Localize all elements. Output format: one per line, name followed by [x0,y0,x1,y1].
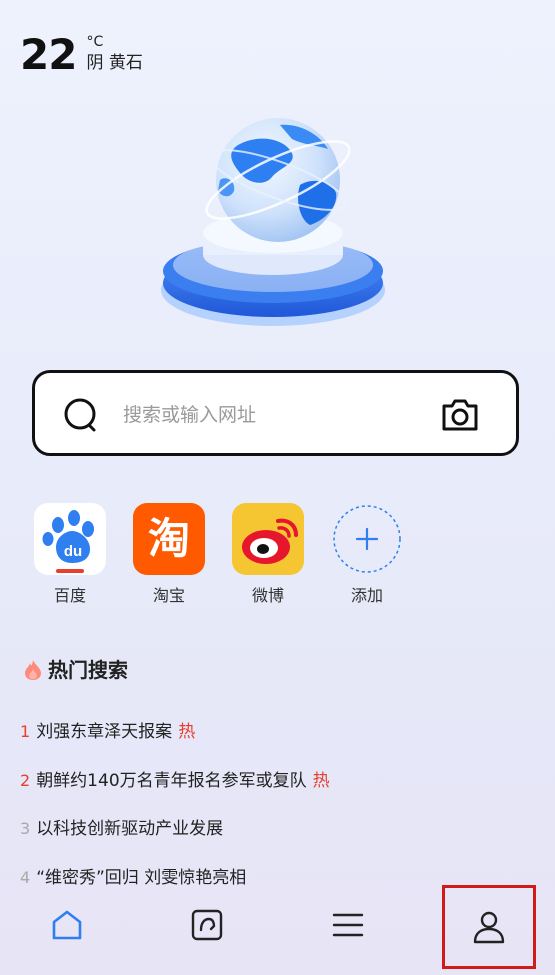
bottom-navigation [0,885,555,975]
quick-link-label: 微博 [251,586,284,605]
hot-search-title: 热门搜索 [48,658,128,682]
baidu-icon: du [34,503,106,575]
menu-icon [331,908,365,942]
profile-icon [471,909,507,945]
camera-icon[interactable] [440,397,480,433]
flame-icon [24,659,42,681]
weather-temperature: 22 [20,30,77,79]
list-item[interactable]: 3 以科技创新驱动产业发展 [20,805,540,854]
quick-link-taobao[interactable]: 淘 淘宝 [129,503,209,607]
quick-link-baidu[interactable]: du 百度 [30,503,110,607]
search-icon [63,397,101,435]
hot-rank: 1 [20,722,31,742]
profile-button[interactable] [442,885,536,969]
taobao-icon: 淘 [133,503,205,575]
globe-illustration [160,115,395,340]
weather-unit: °C [86,34,104,50]
hot-search-list: 1 刘强东章泽天报案 热 2 朝鲜约140万名青年报名参军或复队 热 3 以科技… [20,708,540,902]
weather-widget[interactable]: 22 °C 阴 黄石 [20,30,143,80]
home-button[interactable] [22,885,112,965]
quick-link-label: 百度 [53,586,86,605]
add-icon [331,503,403,575]
quick-link-label: 淘宝 [152,586,185,605]
home-icon [50,908,84,942]
quick-link-weibo[interactable]: 微博 [228,503,308,607]
hot-item-text: 刘强东章泽天报案 [36,722,173,743]
quick-links: du 百度 淘 淘宝 微博 添加 [30,503,426,607]
search-box[interactable]: 搜索或输入网址 [32,370,519,456]
hot-search-header: 热门搜索 [24,655,128,685]
quick-link-label: 添加 [350,586,383,605]
search-input[interactable]: 搜索或输入网址 [123,401,256,429]
list-item[interactable]: 1 刘强东章泽天报案 热 [20,708,540,757]
hot-rank: 2 [20,770,31,790]
svg-text:du: du [64,543,82,560]
hot-badge: 热 [312,770,330,791]
tabs-button[interactable] [162,885,252,965]
tabs-icon [190,908,224,942]
hot-item-text: 朝鲜约140万名青年报名参军或复队 [36,770,307,791]
hot-item-text: 以科技创新驱动产业发展 [36,819,224,840]
hot-rank: 3 [20,819,31,839]
weather-description: 阴 黄石 [86,53,143,73]
hot-badge: 热 [178,722,196,743]
menu-button[interactable] [303,885,393,965]
quick-link-add[interactable]: 添加 [327,503,407,607]
weibo-icon [232,503,304,575]
svg-text:淘: 淘 [148,514,190,563]
list-item[interactable]: 2 朝鲜约140万名青年报名参军或复队 热 [20,757,540,806]
